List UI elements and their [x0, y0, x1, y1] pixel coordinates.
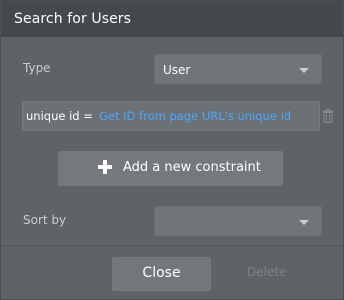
add-constraint-button[interactable]: Add a new constraint — [58, 151, 283, 186]
constraint-field[interactable]: unique id = — [26, 109, 93, 123]
close-button[interactable]: Close — [112, 257, 211, 291]
trash-icon[interactable] — [323, 109, 333, 123]
delete-button[interactable]: Delete — [247, 265, 286, 279]
constraint-row[interactable]: unique id = Get ID from page URL's uniqu… — [22, 101, 320, 131]
sort-select[interactable] — [154, 206, 322, 236]
dialog-header: Search for Users — [1, 1, 343, 37]
dialog-title: Search for Users — [14, 11, 132, 27]
close-button-label: Close — [142, 265, 181, 281]
footer-divider — [1, 245, 343, 246]
type-select[interactable]: User — [154, 54, 322, 84]
add-constraint-label: Add a new constraint — [123, 160, 261, 175]
plus-icon — [98, 160, 112, 174]
chevron-down-icon — [299, 68, 309, 73]
search-dialog: Search for Users Type User unique id = G… — [0, 0, 344, 300]
constraint-expression[interactable]: Get ID from page URL's unique id — [99, 109, 291, 123]
type-label: Type — [23, 61, 51, 75]
type-select-value: User — [163, 63, 191, 77]
sort-label: Sort by — [23, 213, 67, 227]
chevron-down-icon — [299, 220, 309, 225]
